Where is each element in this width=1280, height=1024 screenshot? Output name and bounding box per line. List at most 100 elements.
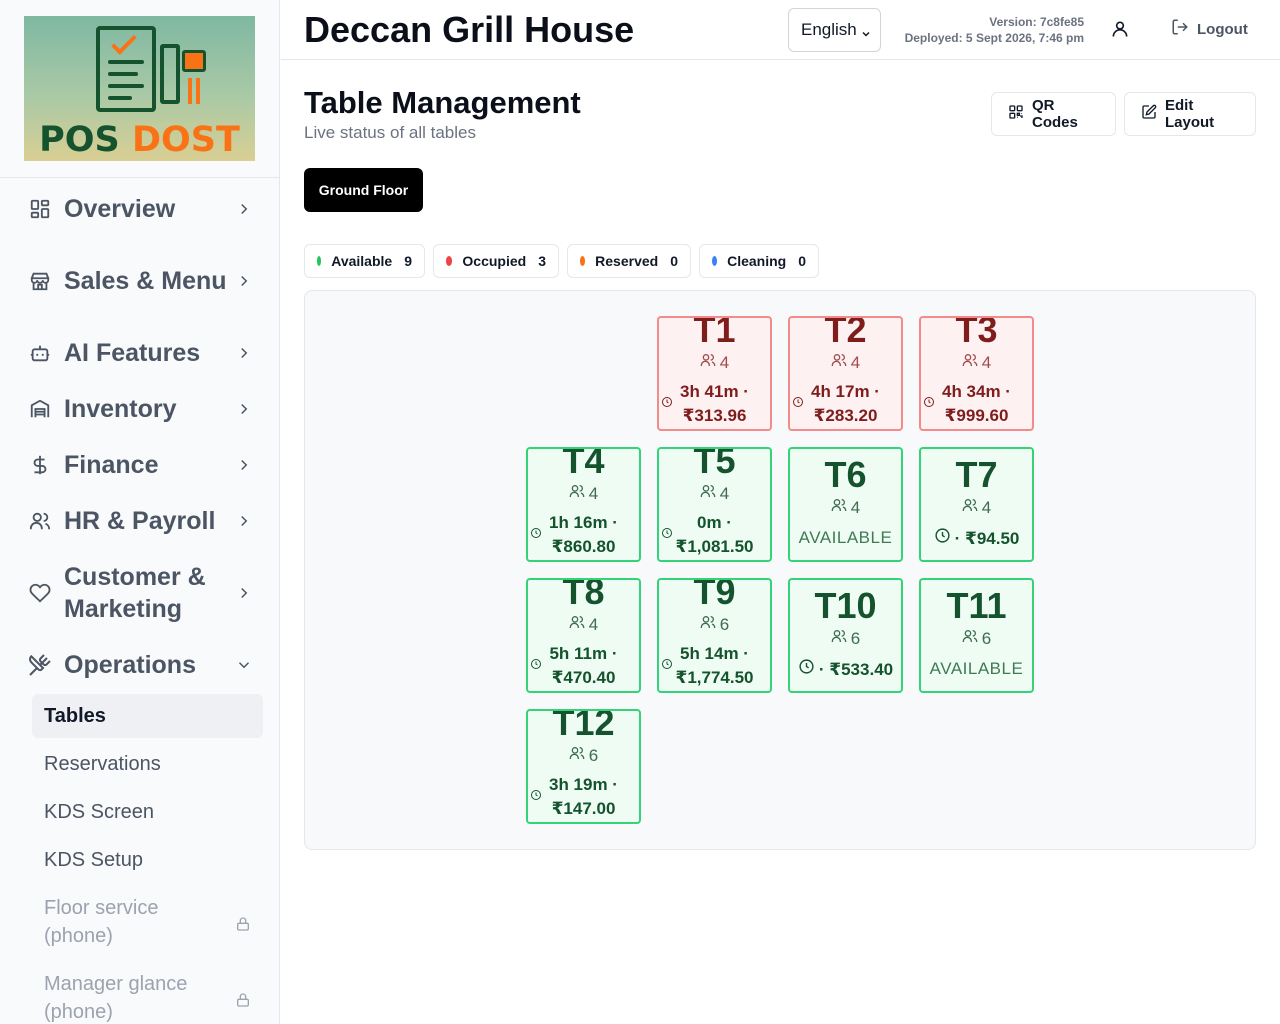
lock-icon <box>235 989 251 1017</box>
table-name: T3 <box>955 316 998 350</box>
chevron-right-icon <box>232 581 256 605</box>
sidebar-item-hr-payroll[interactable]: HR & Payroll <box>24 505 256 537</box>
table-duration: 3h 41m · <box>680 382 749 401</box>
chevron-down-icon <box>860 25 872 45</box>
table-seats: 4 <box>528 614 639 636</box>
table-card-t11[interactable]: T11 6 AVAILABLE <box>919 578 1034 693</box>
table-card-t7[interactable]: T7 4 · ₹94.50 <box>919 447 1034 562</box>
status-filter-occupied[interactable]: Occupied 3 <box>433 244 559 278</box>
edit-layout-button[interactable]: Edit Layout <box>1124 92 1256 136</box>
sidebar-item-ai-features[interactable]: AI Features <box>24 337 256 369</box>
qr-code-icon <box>1008 104 1024 124</box>
sidebar-subitem-label: Manager glance (phone) <box>44 973 188 1023</box>
table-seats: 4 <box>659 483 770 505</box>
page-title: Table Management <box>304 85 581 120</box>
users-icon <box>700 352 716 374</box>
table-amount: · ₹94.50 <box>954 528 1020 548</box>
pos-dost-logo: POS DOST <box>24 16 255 161</box>
users-icon <box>831 352 847 374</box>
table-duration: 4h 34m · <box>942 382 1011 401</box>
table-status-label: AVAILABLE <box>929 659 1024 678</box>
utensils-crossed-icon <box>24 649 56 681</box>
status-filter-reserved[interactable]: Reserved 0 <box>567 244 691 278</box>
page-subtitle: Live status of all tables <box>304 123 476 142</box>
table-name: T12 <box>552 709 615 743</box>
table-card-t1[interactable]: T1 4 3h 41m · ₹313.96 <box>657 316 772 431</box>
users-icon <box>831 628 847 650</box>
sidebar-item-label: HR & Payroll <box>64 507 216 535</box>
sidebar-subitem-label: Tables <box>44 704 106 727</box>
status-dot <box>712 256 718 266</box>
status-filter-available[interactable]: Available 9 <box>304 244 425 278</box>
version-text: Version: 7c8fe85 <box>989 15 1084 29</box>
sidebar-item-label: Operations <box>64 651 196 679</box>
user-icon[interactable] <box>1110 19 1134 43</box>
table-card-t3[interactable]: T3 4 4h 34m · ₹999.60 <box>919 316 1034 431</box>
users-icon <box>700 614 716 636</box>
table-duration: 1h 16m · <box>549 513 618 532</box>
sidebar-item-overview[interactable]: Overview <box>24 193 256 225</box>
table-duration: 3h 19m · <box>549 775 618 794</box>
status-label: Reserved <box>595 253 659 269</box>
status-count: 0 <box>798 253 806 269</box>
sidebar-subitem-manager-glance[interactable]: Manager glance (phone) <box>32 970 263 1024</box>
table-amount: ₹860.80 <box>551 537 616 556</box>
table-name: T2 <box>824 316 867 350</box>
qr-codes-button[interactable]: QR Codes <box>991 92 1116 136</box>
logout-button[interactable]: Logout <box>1171 18 1248 40</box>
sidebar-item-customer-marketing[interactable]: Customer & Marketing <box>24 561 256 625</box>
chevron-right-icon <box>232 509 256 533</box>
bot-icon <box>24 337 56 369</box>
status-dot <box>580 256 586 266</box>
clock-icon <box>792 395 804 413</box>
table-card-t2[interactable]: T2 4 4h 17m · ₹283.20 <box>788 316 903 431</box>
sidebar-item-inventory[interactable]: Inventory <box>24 393 256 425</box>
table-name: T6 <box>824 454 867 495</box>
sidebar-item-sales-menu[interactable]: Sales & Menu <box>24 249 256 313</box>
table-name: T11 <box>946 585 1007 626</box>
sidebar-subitem-label: Floor service (phone) <box>44 897 159 947</box>
sidebar-item-operations[interactable]: Operations <box>24 649 256 681</box>
table-card-t4[interactable]: T4 4 1h 16m · ₹860.80 <box>526 447 641 562</box>
table-card-t9[interactable]: T9 6 5h 14m · ₹1,774.50 <box>657 578 772 693</box>
sidebar-subitem-reservations[interactable]: Reservations <box>32 742 263 786</box>
table-name: T5 <box>693 447 736 481</box>
floor-tab-ground[interactable]: Ground Floor <box>304 168 423 212</box>
warehouse-icon <box>24 393 56 425</box>
sidebar-subitem-kds-screen[interactable]: KDS Screen <box>32 790 263 834</box>
sidebar-subitem-tables[interactable]: Tables <box>32 694 263 738</box>
users-icon <box>569 614 585 636</box>
top-header: Deccan Grill House English Version: 7c8f… <box>281 0 1280 60</box>
sidebar-item-label: AI Features <box>64 339 201 367</box>
sidebar-item-finance[interactable]: Finance <box>24 449 256 481</box>
table-name: T4 <box>562 447 605 481</box>
grid-icon <box>24 193 56 225</box>
table-name: T8 <box>562 578 605 612</box>
table-seats: 6 <box>528 745 639 767</box>
table-name: T10 <box>814 585 877 626</box>
sidebar: POS DOST Overview Sales & Menu AI Featur… <box>0 0 280 1024</box>
table-amount-row: · ₹533.40 <box>790 658 901 681</box>
sidebar-item-label: Inventory <box>64 395 177 423</box>
table-card-t8[interactable]: T8 4 5h 11m · ₹470.40 <box>526 578 641 693</box>
table-card-t10[interactable]: T10 6 · ₹533.40 <box>788 578 903 693</box>
users-icon <box>569 745 585 767</box>
table-name: T9 <box>693 578 736 612</box>
table-card-t5[interactable]: T5 4 0m · ₹1,081.50 <box>657 447 772 562</box>
sidebar-subitem-floor-service[interactable]: Floor service (phone) <box>32 894 263 950</box>
status-filter-cleaning[interactable]: Cleaning 0 <box>699 244 819 278</box>
language-select[interactable]: English <box>788 8 881 52</box>
table-seats: 4 <box>659 352 770 374</box>
chevron-right-icon <box>232 197 256 221</box>
table-amount: ₹999.60 <box>944 406 1009 425</box>
table-name: T7 <box>955 454 998 495</box>
sidebar-subitem-label: Reservations <box>44 752 161 775</box>
users-icon <box>962 352 978 374</box>
status-count: 9 <box>404 253 412 269</box>
table-card-t6[interactable]: T6 4 AVAILABLE <box>788 447 903 562</box>
sidebar-subitem-kds-setup[interactable]: KDS Setup <box>32 838 263 882</box>
clock-icon <box>530 788 542 806</box>
table-card-t12[interactable]: T12 6 3h 19m · ₹147.00 <box>526 709 641 824</box>
table-duration: 0m · <box>697 513 732 532</box>
clock-icon <box>661 526 673 544</box>
